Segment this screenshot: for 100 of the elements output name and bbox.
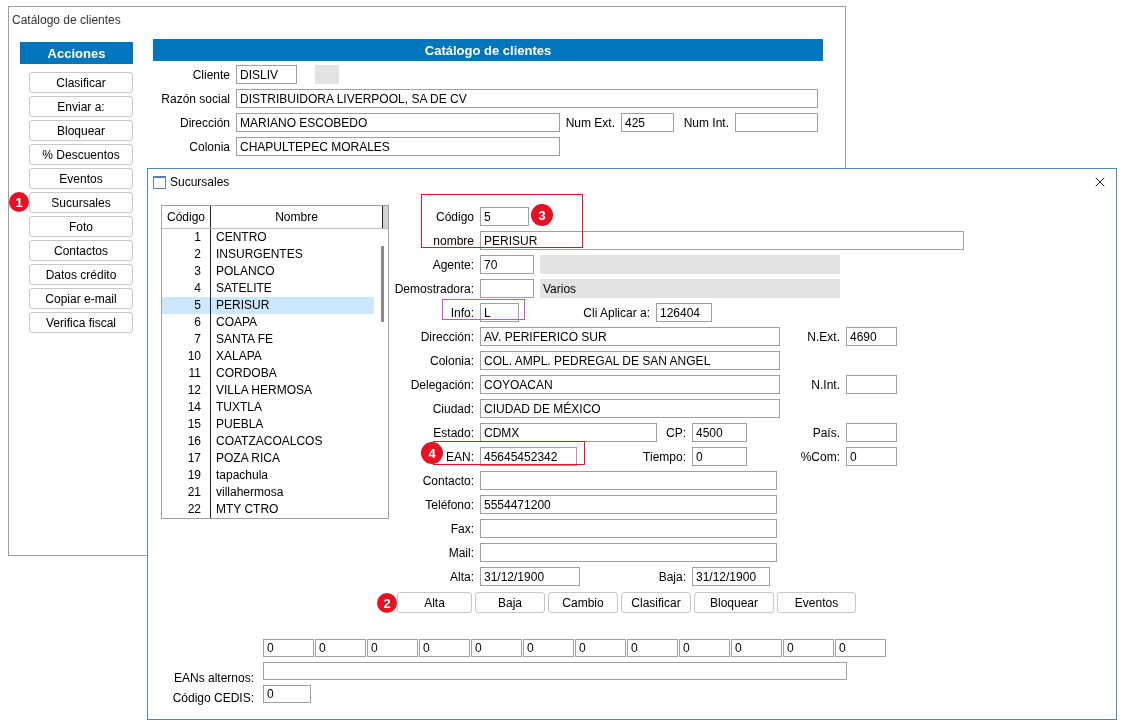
input-field[interactable]: COYOACAN [480, 375, 780, 394]
input-field[interactable] [480, 519, 777, 538]
field-label: Contacto: [422, 473, 474, 488]
input-field[interactable]: 0 [419, 639, 470, 657]
input-field[interactable]: 425 [621, 113, 674, 132]
input-field[interactable]: 0 [367, 639, 418, 657]
input-field[interactable] [480, 543, 777, 562]
action-button[interactable]: Clasificar [29, 72, 133, 93]
field-label: N.Ext. [807, 329, 840, 344]
input-field[interactable]: 45645452342 [480, 447, 577, 466]
input-field[interactable]: DISTRIBUIDORA LIVERPOOL, SA DE CV [236, 89, 818, 108]
field-label: Dirección [180, 115, 230, 130]
field-label: Mail: [448, 545, 474, 560]
callout-badge: 1 [9, 192, 29, 212]
input-field[interactable]: 5554471200 [480, 495, 777, 514]
input-field[interactable] [846, 375, 897, 394]
input-field[interactable]: 0 [731, 639, 782, 657]
field-label: N.Int. [811, 377, 840, 392]
field-label: País. [812, 425, 840, 440]
action-button[interactable]: % Descuentos [29, 144, 133, 165]
field-label: Fax: [450, 521, 474, 536]
field-label: Colonia: [429, 353, 474, 368]
action-button[interactable]: Verifica fiscal [29, 312, 133, 333]
callout-badge: 4 [421, 442, 443, 464]
field-label: Baja: [658, 569, 686, 584]
action-button[interactable]: Alta [397, 592, 472, 613]
field-label: Alta: [450, 569, 474, 584]
action-button[interactable]: Cambio [548, 592, 618, 613]
field-label: Estado: [433, 425, 474, 440]
field-label: Teléfono: [425, 497, 474, 512]
action-button[interactable]: Copiar e-mail [29, 288, 133, 309]
input-field[interactable]: PERISUR [480, 231, 964, 250]
field-label: Demostradora: [394, 281, 474, 296]
input-field[interactable]: MARIANO ESCOBEDO [236, 113, 560, 132]
input-field[interactable]: 0 [575, 639, 626, 657]
action-button[interactable]: Enviar a: [29, 96, 133, 117]
field-label: Código CEDIS: [172, 691, 254, 705]
input-field[interactable]: 70 [480, 255, 534, 274]
input-field[interactable]: CIUDAD DE MÉXICO [480, 399, 780, 418]
field-label: Ciudad: [432, 401, 474, 416]
readonly-field [315, 65, 339, 84]
input-field[interactable]: AV. PERIFERICO SUR [480, 327, 780, 346]
field-label: Tiempo: [643, 449, 686, 464]
input-field[interactable] [735, 113, 818, 132]
action-button[interactable]: Bloquear [694, 592, 774, 613]
input-field[interactable]: CDMX [480, 423, 657, 442]
input-field[interactable]: 4690 [846, 327, 897, 346]
action-button[interactable]: Foto [29, 216, 133, 237]
field-label: Cliente [192, 67, 230, 82]
callout-badge: 2 [377, 593, 397, 613]
input-field[interactable]: 126404 [656, 303, 712, 322]
actions-header: Acciones [20, 42, 133, 64]
input-field[interactable] [480, 471, 777, 490]
input-field[interactable]: 0 [263, 685, 311, 703]
input-field[interactable]: 31/12/1900 [480, 567, 580, 586]
action-button[interactable]: Contactos [29, 240, 133, 261]
field-label: Num Int. [683, 115, 729, 130]
callout-badge: 3 [531, 204, 553, 226]
input-field[interactable]: 0 [263, 639, 314, 657]
input-field[interactable]: 0 [471, 639, 522, 657]
input-field[interactable]: 0 [846, 447, 897, 466]
scrollbar-thumb[interactable] [381, 246, 384, 322]
field-label: nombre [433, 233, 474, 248]
readonly-field: Varios [540, 279, 840, 298]
action-button[interactable]: Baja [475, 592, 545, 613]
action-button[interactable]: Sucursales [29, 192, 133, 213]
dialog-title: Sucursales [170, 175, 230, 189]
action-button[interactable]: Eventos [29, 168, 133, 189]
field-label: EANs alternos: [173, 671, 254, 685]
input-field[interactable]: 31/12/1900 [692, 567, 770, 586]
window-icon [153, 175, 166, 189]
field-label: Info: [450, 305, 474, 320]
field-label: %Com: [800, 449, 840, 464]
input-field[interactable] [263, 662, 847, 680]
field-label: Cli Aplicar a: [583, 305, 650, 320]
input-field[interactable]: 0 [679, 639, 730, 657]
field-label: Razón social [161, 91, 230, 106]
input-field[interactable]: 4500 [692, 423, 747, 442]
action-button[interactable]: Eventos [777, 592, 856, 613]
input-field[interactable]: CHAPULTEPEC MORALES [236, 137, 560, 156]
list-row[interactable]: 5 PERISUR [162, 297, 374, 314]
input-field[interactable]: 0 [835, 639, 886, 657]
input-field[interactable]: 5 [480, 207, 529, 226]
action-button[interactable]: Datos crédito [29, 264, 133, 285]
field-label: EAN: [446, 449, 474, 464]
input-field[interactable] [480, 279, 534, 298]
input-field[interactable] [846, 423, 897, 442]
field-label: Dirección: [420, 329, 474, 344]
input-field[interactable]: 0 [627, 639, 678, 657]
input-field[interactable]: COL. AMPL. PEDREGAL DE SAN ANGEL [480, 351, 780, 370]
action-button[interactable]: Clasificar [621, 592, 691, 613]
input-field[interactable]: 0 [783, 639, 834, 657]
input-field[interactable]: DISLIV [236, 65, 297, 84]
field-label: Delegación: [410, 377, 474, 392]
input-field[interactable]: 0 [523, 639, 574, 657]
input-field[interactable]: 0 [315, 639, 366, 657]
action-button[interactable]: Bloquear [29, 120, 133, 141]
field-label: Código [435, 209, 474, 224]
input-field[interactable]: 0 [692, 447, 747, 466]
field-label: Num Ext. [565, 115, 615, 130]
